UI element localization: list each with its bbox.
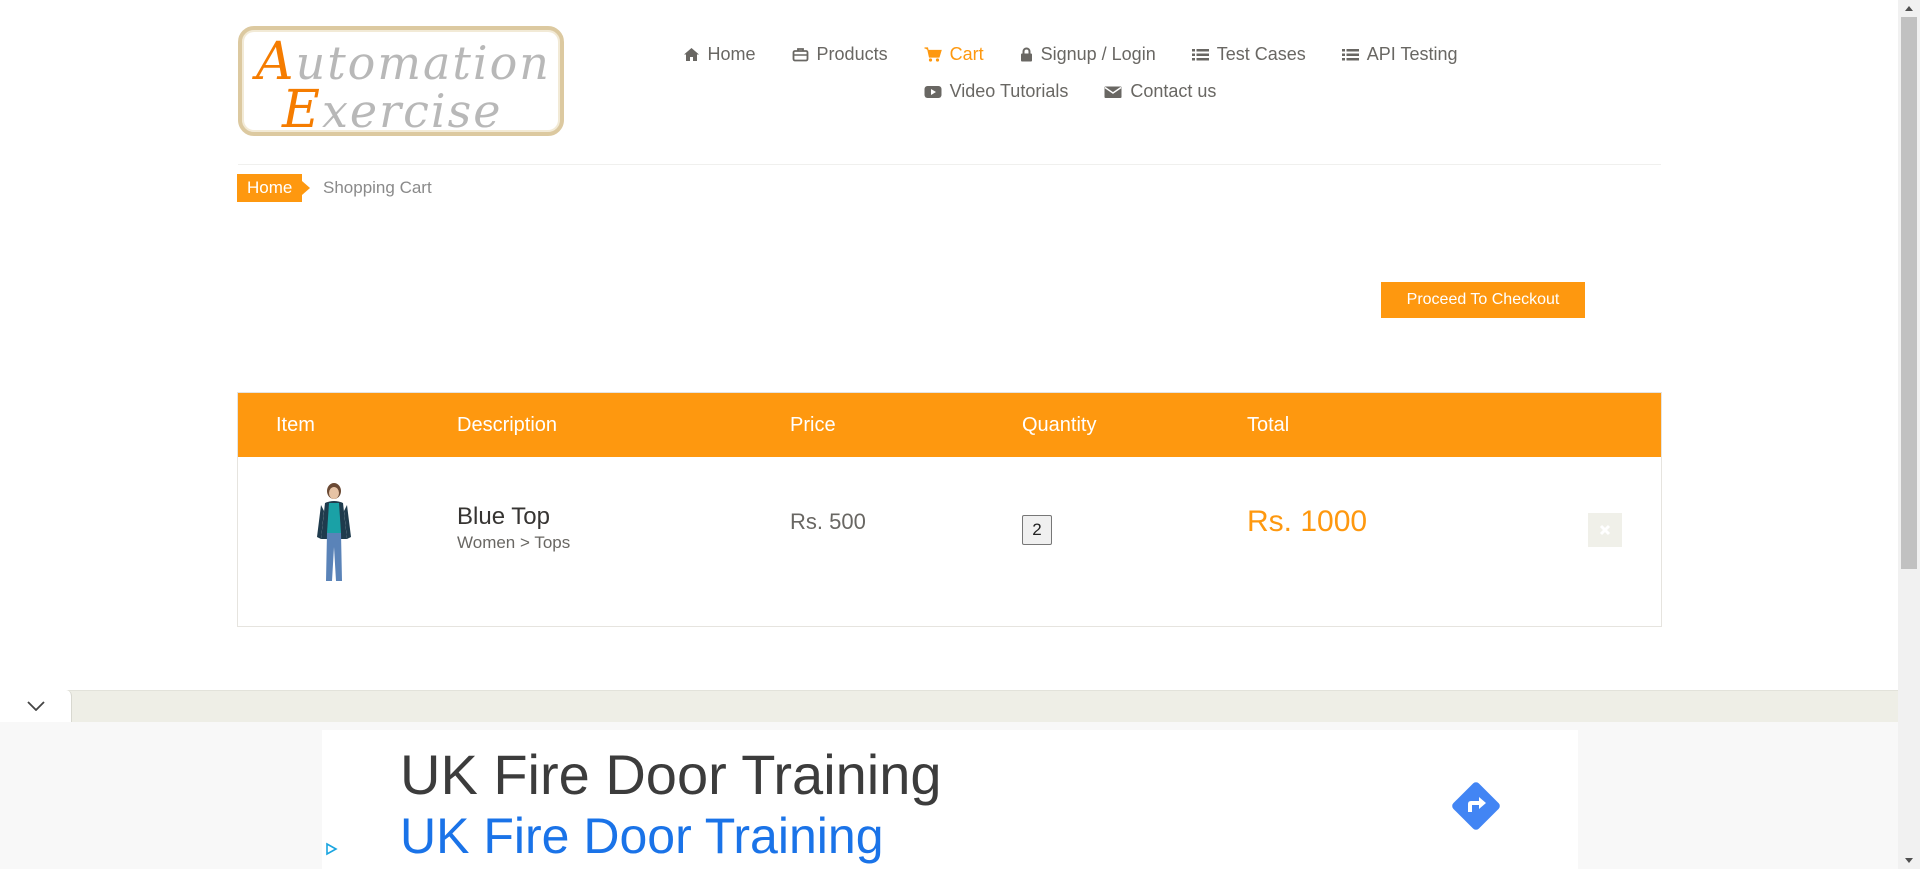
cart-icon xyxy=(924,47,942,62)
scroll-thumb[interactable] xyxy=(1901,17,1917,569)
nav-cart[interactable]: Cart xyxy=(924,44,984,65)
product-image[interactable] xyxy=(304,481,364,583)
logo-cap-e: E xyxy=(282,80,322,140)
chevron-down-icon xyxy=(26,701,45,711)
lock-icon xyxy=(1020,47,1032,62)
nav-video-tutorials[interactable]: Video Tutorials xyxy=(924,81,1069,102)
envelope-icon xyxy=(1104,86,1122,98)
ad-subtitle[interactable]: UK Fire Door Training xyxy=(400,807,884,865)
nav-cart-label: Cart xyxy=(949,44,984,64)
product-total: Rs. 1000 xyxy=(1247,505,1368,538)
nav-test-cases[interactable]: Test Cases xyxy=(1191,44,1306,65)
nav-products-label: Products xyxy=(816,44,888,64)
list-icon xyxy=(1191,48,1209,60)
breadcrumb-current: Shopping Cart xyxy=(323,178,432,197)
logo-line-2: Exercise xyxy=(282,80,502,140)
cart-table-header: Item Description Price Quantity Total xyxy=(238,393,1661,457)
breadcrumb-home[interactable]: Home xyxy=(237,174,311,202)
header-quantity: Quantity xyxy=(1022,414,1097,436)
header-description: Description xyxy=(457,414,558,436)
directions-arrow-icon[interactable] xyxy=(1446,776,1506,836)
scroll-up-arrow[interactable] xyxy=(1898,0,1920,17)
triangle-up-icon xyxy=(1905,6,1913,11)
product-name[interactable]: Blue Top xyxy=(457,503,550,531)
nav-signup-login[interactable]: Signup / Login xyxy=(1020,44,1156,65)
logo-text-2: xercise xyxy=(321,84,503,138)
product-category: Women > Tops xyxy=(457,533,571,552)
scroll-down-arrow[interactable] xyxy=(1898,852,1920,869)
nav-contact-us-label: Contact us xyxy=(1130,81,1217,101)
page: Automation Exercise Home Products Cart S… xyxy=(0,0,1898,869)
header-divider xyxy=(238,164,1661,165)
triangle-down-icon xyxy=(1905,858,1913,863)
nav-api-testing-label: API Testing xyxy=(1366,44,1458,64)
close-icon xyxy=(1599,524,1611,536)
home-icon xyxy=(683,48,699,61)
youtube-play-icon xyxy=(924,85,942,98)
ad-choices-icon[interactable] xyxy=(324,842,338,856)
nav-row-2: Video Tutorials Contact us xyxy=(700,73,1440,110)
nav-contact-us[interactable]: Contact us xyxy=(1104,81,1216,102)
briefcase-icon xyxy=(792,48,808,62)
nav-signup-login-label: Signup / Login xyxy=(1040,44,1156,64)
ad-title[interactable]: UK Fire Door Training xyxy=(400,742,942,807)
ad-tab-bar xyxy=(0,690,1898,723)
cart-table: Item Description Price Quantity Total Bl… xyxy=(237,392,1662,627)
header-total: Total xyxy=(1247,414,1290,436)
main-nav: Home Products Cart Signup / Login Test C… xyxy=(683,36,1457,110)
quantity-display[interactable]: 2 xyxy=(1022,515,1052,545)
nav-row-1: Home Products Cart Signup / Login Test C… xyxy=(683,36,1457,73)
product-price: Rs. 500 xyxy=(790,509,866,534)
nav-products[interactable]: Products xyxy=(792,44,888,65)
header-price: Price xyxy=(790,414,836,436)
site-logo[interactable]: Automation Exercise xyxy=(238,26,564,140)
list-icon xyxy=(1341,48,1359,60)
nav-video-tutorials-label: Video Tutorials xyxy=(949,81,1069,101)
delete-item-button[interactable] xyxy=(1588,513,1622,547)
proceed-to-checkout-button[interactable]: Proceed To Checkout xyxy=(1381,282,1585,318)
nav-home-label: Home xyxy=(707,44,756,64)
header-item: Item xyxy=(276,414,315,436)
nav-api-testing[interactable]: API Testing xyxy=(1341,44,1458,65)
ad-collapse-button[interactable] xyxy=(0,690,72,722)
vertical-scrollbar[interactable] xyxy=(1898,0,1920,869)
nav-test-cases-label: Test Cases xyxy=(1216,44,1306,64)
nav-home[interactable]: Home xyxy=(683,44,756,65)
